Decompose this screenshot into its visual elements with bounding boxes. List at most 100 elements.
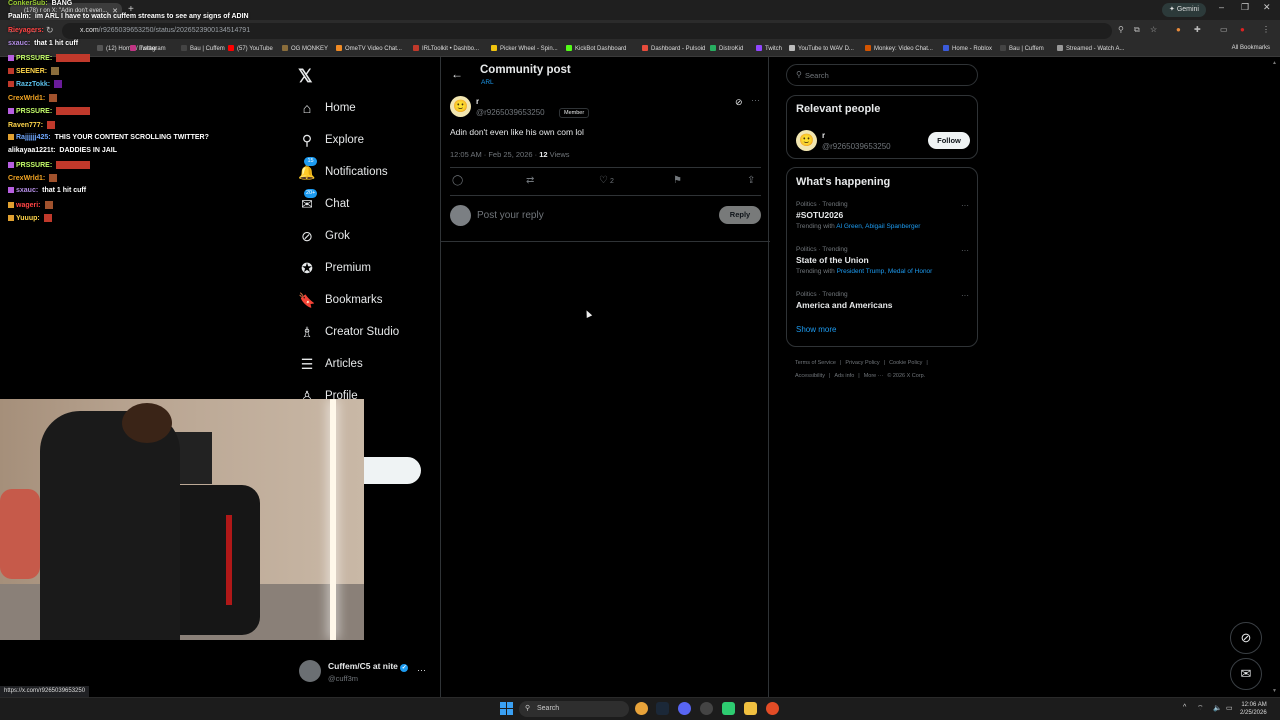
menu-icon[interactable]: ⋮: [1262, 25, 1270, 34]
extensions-icon[interactable]: ✚: [1194, 25, 1201, 34]
gemini-button[interactable]: ✦ Gemini: [1162, 3, 1206, 17]
volume-icon[interactable]: 🔈: [1213, 704, 1222, 712]
side-panel-icon[interactable]: ▭: [1220, 25, 1228, 34]
show-more-link[interactable]: Show more: [796, 325, 836, 334]
chat-username[interactable]: PRSSURE:: [16, 55, 52, 62]
bookmark-item[interactable]: Dashboard - Pulsoid: [642, 45, 705, 52]
maximize-icon[interactable]: ❐: [1241, 2, 1249, 13]
share-icon[interactable]: ⇪: [747, 175, 755, 186]
grok-float-button[interactable]: ⊘: [1230, 622, 1262, 654]
trend-item[interactable]: Politics · Trending America and Americans…: [796, 291, 971, 310]
chat-username[interactable]: Rieyagers:: [8, 27, 44, 34]
footer-link[interactable]: Accessibility: [795, 373, 825, 379]
post-author-name[interactable]: r: [476, 97, 479, 106]
zoom-icon[interactable]: ⚲: [1118, 25, 1124, 34]
footer-link[interactable]: © 2026 X Corp.: [887, 373, 925, 379]
footer-link[interactable]: More ···: [864, 373, 884, 379]
sidebar-item-notifications[interactable]: 🔔 15 Notifications: [298, 157, 388, 183]
chat-username[interactable]: CrexWrld1:: [8, 175, 45, 182]
scrollbar[interactable]: ▲ ▼: [1272, 60, 1278, 700]
sidebar-item-bookmarks[interactable]: 🔖 Bookmarks: [298, 289, 382, 311]
bookmark-item[interactable]: YouTube to WAV D...: [789, 45, 854, 52]
chat-username[interactable]: RazzTokk:: [16, 81, 50, 88]
more-icon[interactable]: ···: [751, 95, 760, 105]
sidebar-item-home[interactable]: ⌂ Home: [298, 97, 356, 119]
trend-item[interactable]: Politics · Trending State of the Union Tre…: [796, 246, 971, 275]
sidebar-item-creator-studio[interactable]: ♗ Creator Studio: [298, 321, 399, 343]
chat-username[interactable]: sxauc:: [8, 40, 30, 47]
chat-username[interactable]: Raven777:: [8, 122, 43, 129]
avatar[interactable]: 🙂: [450, 96, 471, 117]
post-time[interactable]: 12:05 AM · Feb 25, 2026 ·: [450, 150, 539, 159]
grok-icon[interactable]: ⊘: [735, 97, 743, 108]
steam-app-icon[interactable]: [656, 702, 669, 715]
bookmark-item[interactable]: Twitch: [756, 45, 782, 52]
chat-username[interactable]: Yuuup:: [16, 215, 40, 222]
bookmark-item[interactable]: OmeTV Video Chat...: [336, 45, 402, 52]
account-switcher[interactable]: Cuffem/C5 at nite ✓ @cuff3m ···: [299, 660, 431, 686]
tray-chevron-icon[interactable]: ^: [1183, 704, 1186, 711]
bookmark-item[interactable]: DistroKid: [710, 45, 743, 52]
close-window-icon[interactable]: ✕: [1263, 2, 1271, 13]
trend-related-link[interactable]: Al Green, Abigail Spanberger: [836, 223, 920, 230]
network-icon[interactable]: ⌔: [1197, 704, 1204, 713]
discord-app-icon[interactable]: [678, 702, 691, 715]
bookmark-item[interactable]: KickBot Dashboard: [566, 45, 626, 52]
relevant-person-handle[interactable]: @r9265039653250: [822, 142, 891, 151]
chat-username[interactable]: CrexWrld1:: [8, 95, 45, 102]
more-icon[interactable]: ···: [961, 201, 969, 210]
more-icon[interactable]: ···: [417, 665, 426, 675]
post-author-handle[interactable]: @r9265039653250: [476, 108, 545, 117]
file-explorer-icon[interactable]: [744, 702, 757, 715]
chat-username[interactable]: wageri:: [16, 202, 41, 209]
scroll-down-icon[interactable]: ▼: [1272, 688, 1277, 694]
start-button-icon[interactable]: [500, 702, 513, 715]
bookmark-item[interactable]: Monkey: Video Chat...: [865, 45, 933, 52]
sidebar-item-premium[interactable]: ✪ Premium: [298, 257, 371, 279]
sidebar-item-explore[interactable]: ⚲ Explore: [298, 129, 364, 151]
reply-icon[interactable]: ◯: [452, 175, 463, 186]
trend-related-link[interactable]: President Trump, Medal of Honor: [837, 268, 933, 275]
chat-username[interactable]: Rajjjjjj425:: [16, 134, 51, 141]
chat-username[interactable]: ConkerSub:: [8, 0, 48, 7]
chat-username[interactable]: SEENER:: [16, 68, 47, 75]
battery-icon[interactable]: ▭: [1226, 704, 1233, 712]
cast-icon[interactable]: ⧉: [1134, 25, 1140, 35]
sidebar-item-chat[interactable]: ✉ 20+ Chat: [298, 189, 349, 215]
like-button[interactable]: ♡ 2: [599, 175, 614, 187]
messages-float-button[interactable]: ✉: [1230, 658, 1262, 690]
chrome-active-app-icon[interactable]: [766, 702, 779, 715]
chat-username[interactable]: alikayaa1221t:: [8, 147, 55, 154]
footer-link[interactable]: Ads info: [834, 373, 854, 379]
reply-button[interactable]: Reply: [719, 206, 761, 224]
taskbar-search[interactable]: ⚲ Search: [519, 701, 629, 717]
footer-link[interactable]: Terms of Service: [795, 360, 836, 366]
community-link[interactable]: ARL: [481, 79, 494, 86]
relevant-person-name[interactable]: r: [822, 131, 825, 140]
profile-avatar-icon[interactable]: ●: [1240, 25, 1245, 34]
search-input[interactable]: ⚲ Search: [786, 64, 978, 86]
extension-icon[interactable]: ●: [1176, 25, 1181, 34]
bookmark-item[interactable]: Bau | Cuffem: [1000, 45, 1044, 52]
follow-button[interactable]: Follow: [928, 132, 970, 149]
bookmark-item[interactable]: Home - Roblox: [943, 45, 992, 52]
chat-username[interactable]: PRSSURE:: [16, 108, 52, 115]
app-icon[interactable]: [722, 702, 735, 715]
sidebar-item-grok[interactable]: ⊘ Grok: [298, 225, 350, 247]
repost-icon[interactable]: ⇄: [526, 175, 534, 186]
chat-username[interactable]: PRSSURE:: [16, 162, 52, 169]
bookmark-item[interactable]: Streamed - Watch A...: [1057, 45, 1124, 52]
bookmark-item[interactable]: Picker Wheel - Spin...: [491, 45, 558, 52]
chrome-app-icon[interactable]: [635, 702, 648, 715]
chat-username[interactable]: Paalm:: [8, 13, 31, 20]
obs-app-icon[interactable]: [700, 702, 713, 715]
more-icon[interactable]: ···: [961, 246, 969, 255]
footer-link[interactable]: Cookie Policy: [889, 360, 922, 366]
clock[interactable]: 12:06 AM 2/25/2026: [1240, 701, 1267, 717]
chat-username[interactable]: sxauc:: [16, 187, 38, 194]
bookmark-item[interactable]: OG MONKEY: [282, 45, 328, 52]
all-bookmarks[interactable]: All Bookmarks: [1232, 45, 1270, 51]
trend-item[interactable]: Politics · Trending #SOTU2026 Trending wit…: [796, 201, 971, 230]
minimize-icon[interactable]: –: [1219, 2, 1224, 12]
bookmark-item[interactable]: IRLToolkit • Dashbo...: [413, 45, 479, 52]
